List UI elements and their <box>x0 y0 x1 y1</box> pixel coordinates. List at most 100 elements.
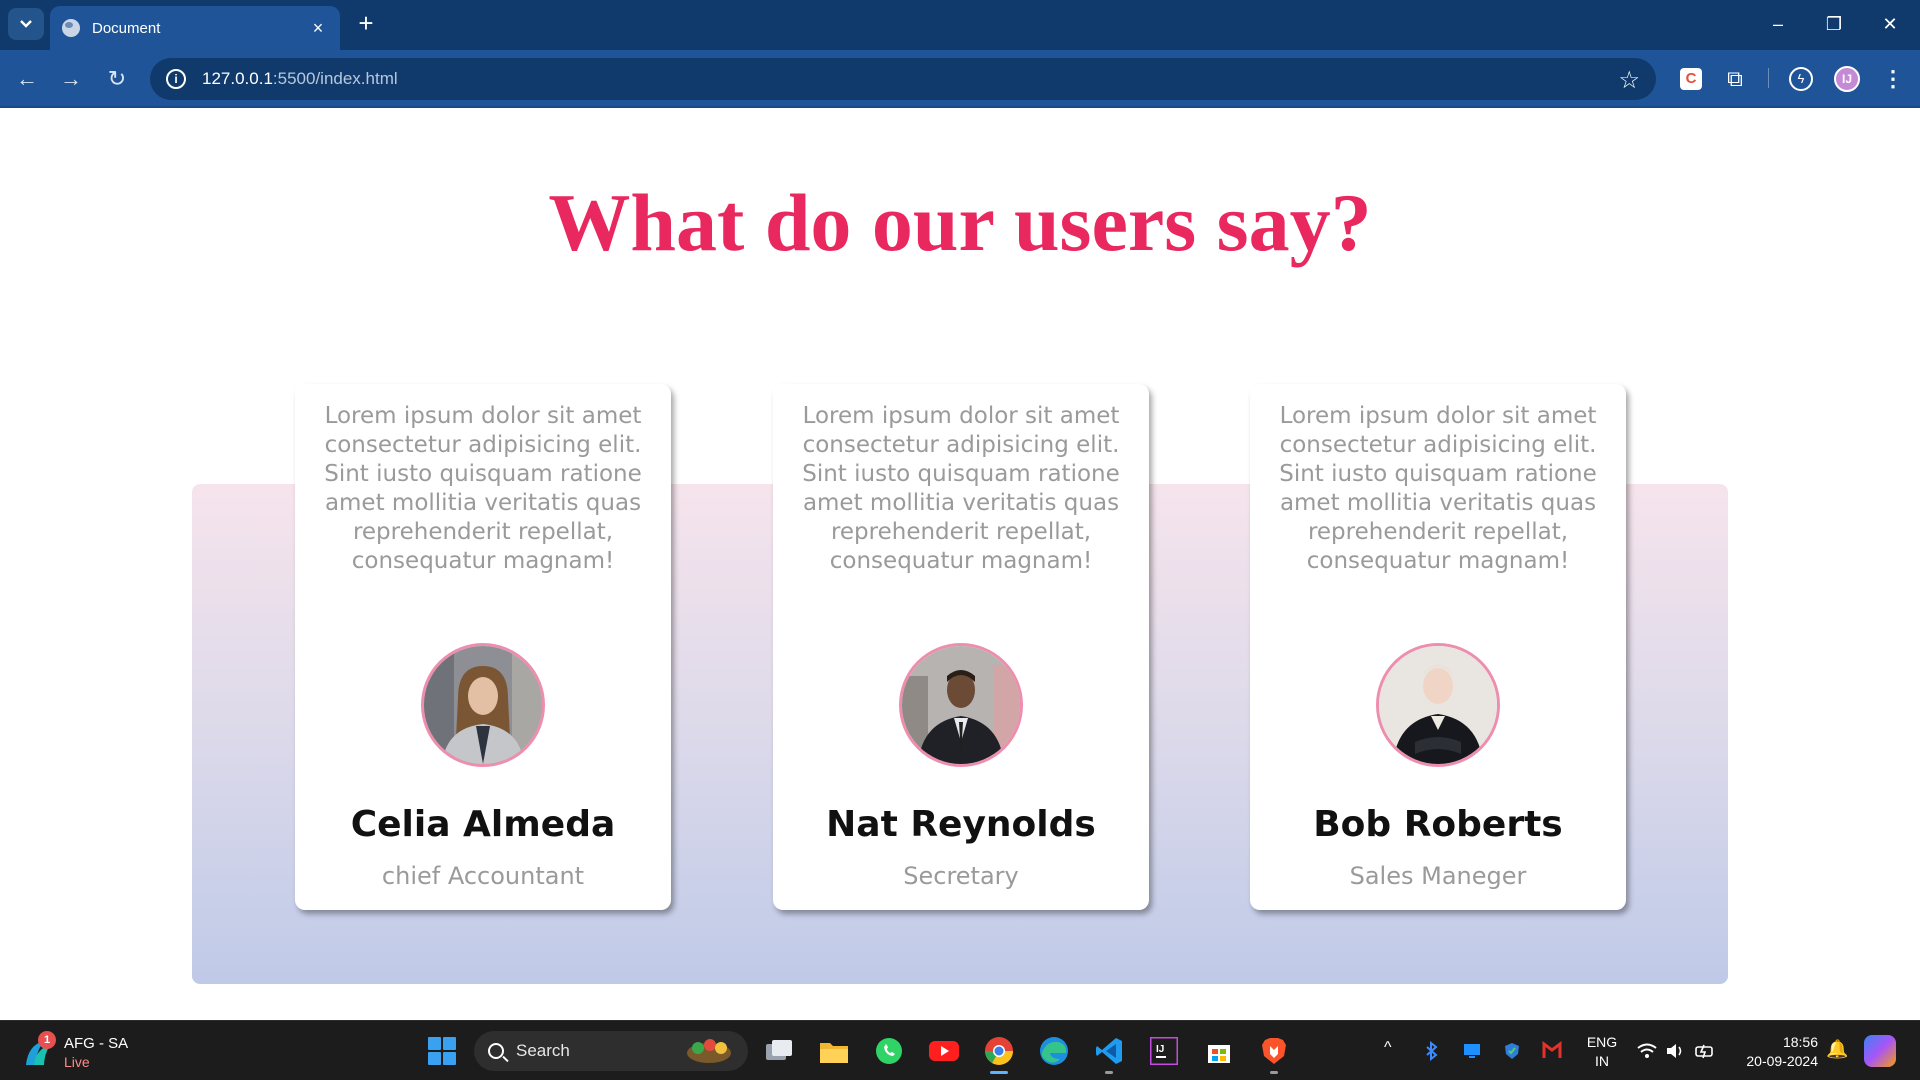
toolbar-divider <box>1768 68 1769 88</box>
browser-tab-active[interactable]: Document × <box>50 6 340 50</box>
copilot-icon[interactable] <box>1864 1035 1896 1067</box>
bookmark-star-icon[interactable]: ☆ <box>1618 66 1640 95</box>
brave-icon <box>1262 1038 1286 1064</box>
youtube-icon <box>929 1041 959 1061</box>
whatsapp-icon <box>876 1038 902 1064</box>
clock-time: 18:56 <box>1782 1034 1818 1050</box>
extensions-button[interactable]: ⧉ <box>1720 64 1750 94</box>
file-explorer-button[interactable] <box>817 1034 851 1068</box>
address-bar[interactable]: i 127.0.0.1:5500/index.html ☆ <box>150 58 1656 100</box>
back-button[interactable]: ← <box>12 64 42 94</box>
user-role: chief Accountant <box>381 862 585 890</box>
new-tab-button[interactable]: + <box>352 10 380 38</box>
browser-toolbar: ← → ↻ i 127.0.0.1:5500/index.html ☆ C ⧉ … <box>0 50 1920 108</box>
url-text[interactable]: 127.0.0.1:5500/index.html <box>202 69 398 89</box>
globe-icon <box>62 19 80 37</box>
store-icon <box>1208 1045 1230 1063</box>
windows-logo-icon <box>428 1037 456 1065</box>
testimonial-quote: Lorem ipsum dolor sit amet consectetur a… <box>324 403 642 574</box>
display-tray-button[interactable] <box>1455 1034 1489 1068</box>
chrome-icon <box>985 1037 1013 1065</box>
woman-portrait-image <box>1379 646 1497 764</box>
browser-tab-strip: Document × + – ❐ ✕ <box>0 0 1920 50</box>
defender-tray-button[interactable] <box>1495 1034 1529 1068</box>
system-clock[interactable]: 18:56 20-09-2024 <box>1738 1033 1818 1071</box>
forward-button[interactable]: → <box>56 64 86 94</box>
user-role: Sales Maneger <box>1349 862 1527 890</box>
intellij-icon: IJ <box>1150 1037 1178 1065</box>
youtube-button[interactable] <box>927 1034 961 1068</box>
testimonial-card: Lorem ipsum dolor sit amet consectetur a… <box>295 384 671 910</box>
close-window-button[interactable]: ✕ <box>1870 10 1910 38</box>
clock-date: 20-09-2024 <box>1746 1053 1818 1069</box>
input-language-button[interactable]: ENG IN <box>1586 1033 1618 1071</box>
vscode-button[interactable] <box>1092 1034 1126 1074</box>
bolt-extension-button[interactable]: ϟ <box>1786 64 1816 94</box>
puzzle-icon: ⧉ <box>1727 66 1743 91</box>
edge-button[interactable] <box>1037 1034 1071 1068</box>
shield-icon <box>1505 1043 1519 1059</box>
more-vertical-icon: ⋮ <box>1882 66 1904 91</box>
site-info-icon[interactable]: i <box>166 69 186 89</box>
restore-button[interactable]: ❐ <box>1814 10 1854 38</box>
tab-close-icon[interactable]: × <box>308 18 328 39</box>
brave-button[interactable] <box>1257 1034 1291 1074</box>
language-region: IN <box>1595 1053 1609 1069</box>
user-avatar <box>899 643 1023 767</box>
vscode-icon <box>1096 1038 1122 1064</box>
tab-search-button[interactable] <box>8 8 44 40</box>
testimonial-card: Lorem ipsum dolor sit amet consectetur a… <box>773 384 1149 910</box>
url-host: 127.0.0.1 <box>202 69 273 88</box>
search-placeholder: Search <box>516 1041 570 1060</box>
windows-taskbar: 1 AFG - SA Live Search IJ ^ ENG IN 18:56… <box>0 1020 1920 1080</box>
volume-tray-button[interactable] <box>1658 1034 1692 1068</box>
svg-text:IJ: IJ <box>1156 1044 1164 1055</box>
search-icon <box>488 1043 504 1059</box>
notification-bell-icon[interactable]: 🔔 <box>1826 1039 1848 1060</box>
search-highlight-icon <box>687 1039 731 1063</box>
reload-button[interactable]: ↻ <box>102 64 132 94</box>
user-avatar <box>421 643 545 767</box>
bluetooth-icon <box>1426 1041 1438 1061</box>
man-portrait-image <box>902 646 1020 764</box>
speaker-icon <box>1667 1044 1682 1058</box>
notification-badge: 1 <box>38 1031 56 1049</box>
profile-avatar: IJ <box>1834 66 1860 92</box>
running-app-indicator <box>1270 1071 1278 1074</box>
weather-widget[interactable]: 1 AFG - SA Live <box>22 1031 172 1073</box>
show-hidden-icons-button[interactable]: ^ <box>1384 1039 1392 1057</box>
profile-button[interactable]: IJ <box>1832 64 1862 94</box>
url-path: :5500/index.html <box>272 69 398 88</box>
language-code: ENG <box>1586 1034 1618 1050</box>
chevron-down-icon <box>20 20 32 28</box>
battery-charging-icon <box>1695 1044 1713 1059</box>
testimonial-card: Lorem ipsum dolor sit amet consectetur a… <box>1250 384 1626 910</box>
minimize-button[interactable]: – <box>1758 10 1798 38</box>
store-button[interactable] <box>1202 1034 1236 1068</box>
edge-icon <box>1040 1037 1068 1065</box>
antivirus-icon <box>1542 1041 1562 1058</box>
weather-title: AFG - SA <box>64 1035 129 1052</box>
page-title: What do our users say? <box>548 177 1372 268</box>
start-button[interactable] <box>425 1034 459 1068</box>
testimonial-quote: Lorem ipsum dolor sit amet consectetur a… <box>1279 403 1597 574</box>
whatsapp-button[interactable] <box>872 1034 906 1068</box>
user-name: Nat Reynolds <box>826 804 1096 845</box>
weather-status: Live <box>64 1054 90 1070</box>
taskbar-search[interactable]: Search <box>474 1031 748 1071</box>
user-name: Celia Almeda <box>350 804 616 845</box>
intellij-button[interactable]: IJ <box>1147 1034 1181 1068</box>
user-avatar <box>1376 643 1500 767</box>
tab-title: Document <box>92 19 161 37</box>
testimonial-quote: Lorem ipsum dolor sit amet consectetur a… <box>802 403 1120 574</box>
user-name: Bob Roberts <box>1313 804 1563 845</box>
battery-tray-button[interactable] <box>1688 1034 1722 1068</box>
browser-menu-button[interactable]: ⋮ <box>1878 64 1908 94</box>
mcafee-tray-button[interactable] <box>1535 1034 1569 1068</box>
wifi-icon <box>1637 1043 1657 1058</box>
chrome-button[interactable] <box>982 1034 1016 1074</box>
c-extension-button[interactable]: C <box>1676 64 1706 94</box>
bluetooth-tray-button[interactable] <box>1415 1034 1449 1068</box>
folder-icon <box>820 1043 848 1063</box>
task-view-button[interactable] <box>762 1034 796 1068</box>
